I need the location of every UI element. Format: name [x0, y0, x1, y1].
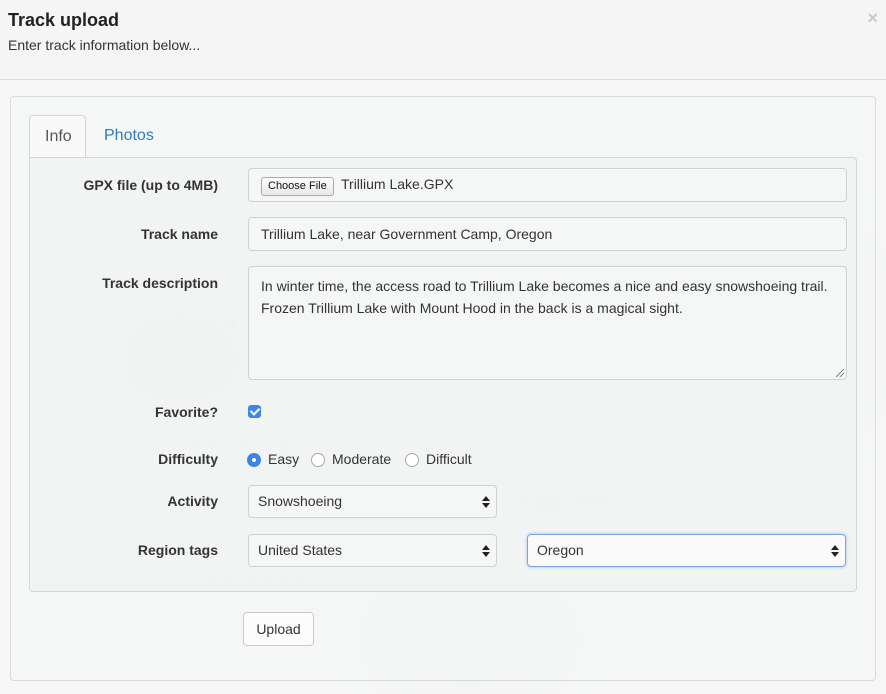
difficulty-difficult-label[interactable]: Difficult — [426, 451, 472, 467]
difficulty-easy-radio[interactable] — [247, 453, 261, 467]
region-state-select[interactable]: Oregon — [527, 534, 846, 567]
favorite-label: Favorite? — [154, 404, 218, 420]
upload-button[interactable]: Upload — [243, 612, 314, 646]
gpx-file-label: GPX file (up to 4MB) — [83, 177, 218, 193]
difficulty-label: Difficulty — [158, 451, 218, 467]
modal-header: Track upload Enter track information bel… — [0, 0, 886, 80]
gpx-file-input[interactable]: Choose File Trillium Lake.GPX — [248, 168, 847, 202]
track-description-label: Track description — [102, 275, 218, 291]
track-upload-modal: Track upload Enter track information bel… — [0, 0, 886, 694]
region-country-select[interactable]: United States — [248, 534, 497, 567]
region-country-value: United States — [258, 542, 343, 558]
activity-select[interactable]: Snowshoeing — [248, 485, 497, 518]
favorite-checkbox[interactable] — [248, 405, 261, 418]
track-description-textarea[interactable]: In winter time, the access road to Trill… — [248, 266, 847, 380]
close-icon[interactable]: × — [867, 8, 878, 28]
select-arrows-icon — [482, 494, 490, 510]
select-arrows-icon — [482, 543, 490, 559]
activity-label: Activity — [167, 493, 218, 509]
resize-handle-icon[interactable] — [836, 369, 844, 377]
region-state-value: Oregon — [537, 542, 584, 558]
modal-title: Track upload — [8, 10, 120, 30]
modal-subtitle: Enter track information below... — [8, 37, 201, 53]
selected-file-name: Trillium Lake.GPX — [341, 176, 454, 192]
track-name-label: Track name — [140, 226, 218, 242]
region-tags-label: Region tags — [137, 542, 218, 558]
choose-file-button[interactable]: Choose File — [261, 177, 334, 196]
difficulty-difficult-radio[interactable] — [405, 453, 419, 467]
tab-photos[interactable]: Photos — [89, 115, 169, 158]
track-description-text: In winter time, the access road to Trill… — [261, 278, 828, 316]
difficulty-moderate-label[interactable]: Moderate — [332, 451, 391, 467]
activity-selected-value: Snowshoeing — [258, 493, 343, 509]
difficulty-easy-label[interactable]: Easy — [268, 451, 299, 467]
track-name-input[interactable]: Trillium Lake, near Government Camp, Ore… — [248, 217, 847, 251]
difficulty-moderate-radio[interactable] — [311, 453, 325, 467]
tab-info[interactable]: Info — [29, 115, 86, 158]
select-arrows-icon — [831, 543, 839, 559]
